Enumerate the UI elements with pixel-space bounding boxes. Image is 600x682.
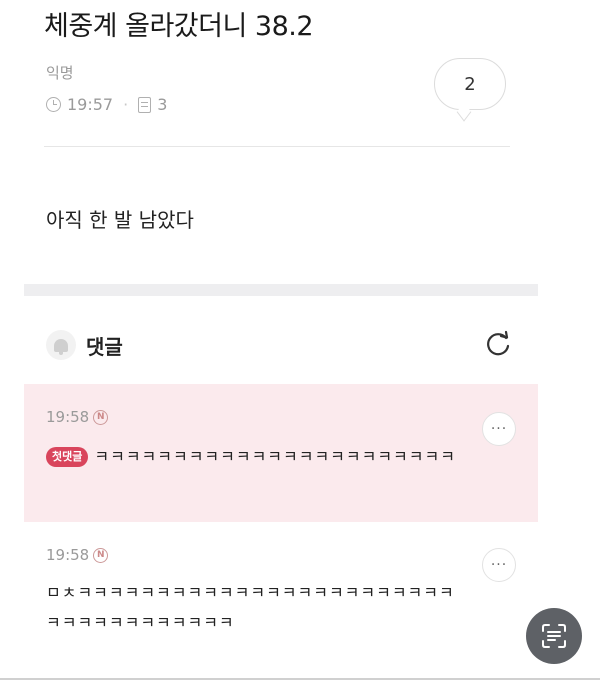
comment-body: ㅋㅋㅋㅋㅋㅋㅋㅋㅋㅋㅋㅋㅋㅋㅋㅋㅋㅋㅋㅋㅋㅋㅋ [94, 447, 456, 466]
divider [44, 146, 510, 147]
new-badge: N [93, 547, 109, 563]
scan-text-button[interactable] [526, 608, 582, 664]
post-title: 체중계 올라갔더니 38.2 [44, 11, 314, 42]
comment-time-text: 19:58 [46, 408, 90, 426]
comment-time-text: 19:58 [46, 546, 90, 564]
comment-count: 2 [464, 73, 476, 95]
first-comment-badge: 첫댓글 [46, 447, 89, 467]
more-icon[interactable]: ··· [482, 548, 516, 582]
comment-count-bubble[interactable]: 2 [434, 58, 506, 110]
refresh-icon[interactable] [484, 330, 512, 358]
more-icon[interactable]: ··· [482, 412, 516, 446]
section-separator [24, 284, 538, 296]
comments-header: 댓글 [46, 330, 123, 360]
meta-separator: · [123, 95, 129, 114]
comment-item-2: 19:58 N ··· ㅁㅊㅋㅋㅋㅋㅋㅋㅋㅋㅋㅋㅋㅋㅋㅋㅋㅋㅋㅋㅋㅋㅋㅋㅋㅋㅋㅋ… [24, 522, 538, 652]
bottom-edge [0, 678, 600, 680]
comment-time: 19:58 N [46, 408, 109, 426]
bell-icon[interactable] [46, 330, 76, 360]
comments-label: 댓글 [86, 334, 123, 359]
comment-text: 첫댓글 ㅋㅋㅋㅋㅋㅋㅋㅋㅋㅋㅋㅋㅋㅋㅋㅋㅋㅋㅋㅋㅋㅋㅋ [46, 442, 466, 472]
new-badge: N [93, 409, 109, 425]
clock-icon [46, 97, 61, 112]
post-meta: 19:57 · 3 [46, 95, 167, 114]
comment-item-1: 19:58 N ··· 첫댓글 ㅋㅋㅋㅋㅋㅋㅋㅋㅋㅋㅋㅋㅋㅋㅋㅋㅋㅋㅋㅋㅋㅋㅋ [24, 384, 538, 522]
post-time: 19:57 [67, 95, 114, 114]
document-icon [138, 96, 152, 113]
comment-time: 19:58 N [46, 546, 109, 564]
post-views: 3 [157, 95, 168, 114]
comment-body: ㅁㅊㅋㅋㅋㅋㅋㅋㅋㅋㅋㅋㅋㅋㅋㅋㅋㅋㅋㅋㅋㅋㅋㅋㅋㅋㅋㅋㅋㅋㅋㅋㅋㅋㅋㅋㅋㅋ [46, 583, 455, 632]
scan-text-icon [542, 624, 566, 648]
post-body: 아직 한 발 남았다 [46, 208, 194, 232]
post-author: 익명 [46, 64, 74, 82]
